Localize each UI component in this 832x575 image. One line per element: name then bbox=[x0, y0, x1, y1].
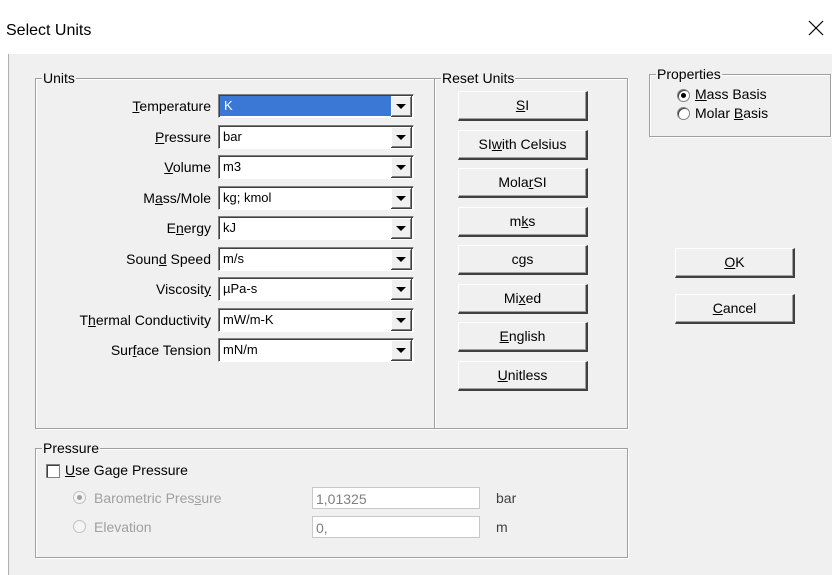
reset-mks-button[interactable]: mks bbox=[458, 206, 588, 237]
selected-value: mN/m bbox=[223, 342, 258, 357]
dialog-client-area: Units Temperature K Pressure bar Volume m3 Mas… bbox=[8, 54, 832, 575]
chevron-down-icon[interactable] bbox=[391, 340, 412, 361]
sound-speed-label: Sound Speed bbox=[126, 250, 211, 267]
reset-english-button[interactable]: English bbox=[458, 322, 588, 352]
chevron-down-icon[interactable] bbox=[391, 187, 412, 209]
reset-mixed-button[interactable]: Mixed bbox=[458, 283, 588, 314]
reset-cgs-button[interactable]: cgs bbox=[458, 245, 588, 275]
chevron-down-icon[interactable] bbox=[391, 96, 412, 117]
elevation-label[interactable]: Elevation bbox=[94, 519, 152, 535]
mass-mole-select[interactable]: kg; kmol bbox=[218, 185, 414, 210]
molar-basis-radio[interactable] bbox=[677, 107, 690, 120]
barometric-pressure-label[interactable]: Barometric Pressure bbox=[94, 490, 222, 506]
thermal-conductivity-label: Thermal Conductivity bbox=[79, 311, 211, 328]
temperature-select[interactable]: K bbox=[218, 94, 414, 118]
selected-value: m3 bbox=[223, 159, 242, 174]
title-bar: Select Units bbox=[0, 0, 832, 54]
pressure-group: Pressure Use Gage Pressure Barometric Pr… bbox=[35, 440, 628, 558]
selected-value: K bbox=[222, 98, 235, 113]
surface-tension-select[interactable]: mN/m bbox=[218, 338, 414, 362]
selected-value: m/s bbox=[223, 250, 244, 266]
volume-select[interactable]: m3 bbox=[218, 155, 414, 179]
reset-units-group-legend: Reset Units bbox=[441, 70, 516, 86]
volume-label: Volume bbox=[164, 159, 211, 175]
chevron-down-icon[interactable] bbox=[391, 309, 412, 331]
units-group: Units Temperature K Pressure bar Volume m3 Mas… bbox=[35, 70, 435, 429]
reset-si-button[interactable]: SI bbox=[458, 91, 588, 121]
units-group-legend: Units bbox=[42, 70, 76, 86]
cancel-button[interactable]: Cancel bbox=[675, 294, 795, 324]
elevation-input[interactable]: 0, bbox=[312, 516, 480, 538]
selected-value: mW/m-K bbox=[223, 311, 274, 327]
barometric-pressure-input[interactable]: 1,01325 bbox=[312, 487, 480, 509]
reset-units-group: Reset Units SI SI with Celsius Molar SI mks… bbox=[434, 70, 628, 429]
elevation-unit: m bbox=[496, 519, 508, 535]
chevron-down-icon[interactable] bbox=[391, 279, 412, 300]
molar-basis-label[interactable]: Molar Basis bbox=[695, 105, 768, 121]
barometric-pressure-radio[interactable] bbox=[73, 491, 86, 504]
pressure-label: Pressure bbox=[154, 128, 211, 145]
sound-speed-select[interactable]: m/s bbox=[218, 246, 414, 271]
viscosity-label: Viscosity bbox=[156, 281, 211, 297]
mass-mole-label: Mass/Mole bbox=[143, 189, 211, 206]
chevron-down-icon[interactable] bbox=[391, 248, 412, 270]
chevron-down-icon[interactable] bbox=[391, 157, 412, 178]
selection-highlight bbox=[220, 96, 391, 116]
use-gage-pressure-checkbox[interactable] bbox=[46, 464, 60, 478]
chevron-down-icon[interactable] bbox=[391, 218, 412, 239]
energy-select[interactable]: kJ bbox=[218, 216, 414, 240]
properties-group-legend: Properties bbox=[656, 66, 722, 82]
window-title: Select Units bbox=[6, 22, 92, 39]
use-gage-pressure-label[interactable]: Use Gage Pressure bbox=[65, 462, 188, 478]
reset-molar-si-button[interactable]: Molar SI bbox=[458, 168, 588, 198]
temperature-label: Temperature bbox=[132, 98, 211, 114]
surface-tension-label: Surface Tension bbox=[110, 342, 211, 358]
energy-label: Energy bbox=[166, 220, 211, 236]
barometric-pressure-unit: bar bbox=[496, 490, 517, 506]
chevron-down-icon[interactable] bbox=[391, 126, 412, 148]
selected-value: kJ bbox=[223, 220, 236, 235]
close-icon[interactable] bbox=[805, 17, 827, 39]
selected-value: µPa-s bbox=[223, 281, 258, 296]
pressure-group-legend: Pressure bbox=[42, 440, 101, 456]
mass-basis-radio[interactable] bbox=[677, 89, 690, 102]
elevation-radio[interactable] bbox=[73, 520, 86, 533]
ok-button[interactable]: OK bbox=[675, 248, 795, 278]
properties-group: Properties Mass Basis Molar Basis bbox=[649, 66, 831, 137]
pressure-select[interactable]: bar bbox=[218, 124, 414, 149]
reset-unitless-button[interactable]: Unitless bbox=[458, 360, 588, 391]
thermal-conductivity-select[interactable]: mW/m-K bbox=[218, 307, 414, 332]
reset-si-with-celsius-button[interactable]: SI with Celsius bbox=[458, 129, 588, 160]
selected-value: kg; kmol bbox=[223, 189, 272, 205]
viscosity-select[interactable]: µPa-s bbox=[218, 277, 414, 301]
mass-basis-label[interactable]: Mass Basis bbox=[695, 86, 767, 102]
selected-value: bar bbox=[223, 128, 242, 144]
